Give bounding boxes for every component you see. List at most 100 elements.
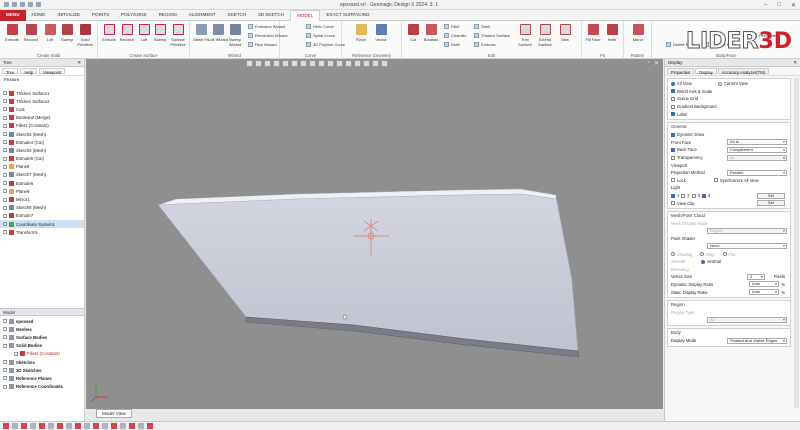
gradient-background-checkbox[interactable] xyxy=(671,104,675,109)
tab-region[interactable]: REGION xyxy=(153,10,183,21)
tree-item[interactable]: Plane8 xyxy=(0,163,84,171)
lock-checkbox[interactable] xyxy=(671,178,675,183)
edge-select-icon[interactable] xyxy=(66,423,72,429)
pipe-wizard-button[interactable]: Pipe Wizard xyxy=(248,42,277,47)
transparency-checkbox[interactable] xyxy=(671,155,675,160)
vertex-size-select[interactable]: 2 xyxy=(747,273,765,280)
model-tree-item[interactable]: Reference Planes xyxy=(0,374,84,382)
expand-icon[interactable] xyxy=(3,222,7,227)
projection-select[interactable]: Parallel xyxy=(727,169,787,176)
vector-select-icon[interactable] xyxy=(120,423,126,429)
tree-item[interactable]: Extrude5 (Cut) xyxy=(0,155,84,163)
static-ratio-select[interactable]: Auto xyxy=(749,289,779,296)
expand-icon[interactable] xyxy=(3,213,7,218)
model-tree-item[interactable]: Fillet1 (Constant) xyxy=(0,350,84,358)
expand-icon[interactable] xyxy=(3,99,7,104)
auto-segment-icon[interactable] xyxy=(21,423,27,429)
close-icon[interactable]: ✕ xyxy=(77,60,81,65)
tree-item[interactable]: Plane9 xyxy=(0,187,84,195)
analysis-icon[interactable] xyxy=(147,423,153,429)
clip-set-button[interactable]: Set xyxy=(757,200,785,207)
snap-icon[interactable] xyxy=(30,423,36,429)
fillet-button[interactable]: Fillet xyxy=(444,24,459,29)
expand-icon[interactable] xyxy=(3,156,7,161)
tree-item[interactable]: Extrude4 (Cut) xyxy=(0,138,84,146)
tree-item[interactable]: Cut1 xyxy=(0,105,84,113)
close-icon[interactable]: ✕ xyxy=(793,60,797,65)
spiral-curve-button[interactable]: Spiral Curve xyxy=(306,33,335,38)
expand-icon[interactable] xyxy=(3,172,7,177)
expand-icon[interactable] xyxy=(3,140,7,145)
sync-view-checkbox[interactable] xyxy=(713,178,718,183)
tab-initialize[interactable]: INITIALIZE xyxy=(51,10,86,21)
expand-icon[interactable] xyxy=(3,343,7,348)
light-set-button[interactable]: Set xyxy=(757,192,785,199)
tab-menu[interactable]: MENU xyxy=(0,10,26,21)
tab-polygons[interactable]: POLYGONS xyxy=(115,10,152,21)
expand-icon[interactable] xyxy=(3,327,7,332)
expand-icon[interactable] xyxy=(3,123,7,128)
shell-button[interactable]: Shell xyxy=(474,24,490,29)
expand-icon[interactable] xyxy=(3,181,7,186)
filter-icon[interactable] xyxy=(12,423,18,429)
tab-exact-surfacing[interactable]: EXACT SURFACING xyxy=(320,10,375,21)
expand-icon[interactable] xyxy=(3,91,7,96)
quick-access-toolbar[interactable] xyxy=(4,2,41,7)
tab-alignment[interactable]: ALIGNMENT xyxy=(183,10,222,21)
light-2-checkbox[interactable] xyxy=(681,193,686,198)
front-face-select[interactable]: As Is xyxy=(727,139,787,146)
tree-item[interactable]: Sketch7 (Mesh) xyxy=(0,171,84,179)
expand-icon[interactable] xyxy=(3,197,7,202)
tree-item[interactable]: Fillet1 (Constant) xyxy=(0,122,84,130)
dynamic-draw-checkbox[interactable] xyxy=(671,132,675,137)
expand-icon[interactable] xyxy=(3,132,7,137)
tab-accuracy-analyzer[interactable]: Accuracy Analyzer(TM) xyxy=(717,68,770,75)
refit-button[interactable]: Refit xyxy=(601,24,623,42)
all-view-radio[interactable] xyxy=(671,81,675,86)
region-type-select[interactable]: All xyxy=(707,317,787,324)
current-view-radio[interactable] xyxy=(717,81,722,86)
redo-icon[interactable] xyxy=(36,2,41,7)
sketch-select-icon[interactable] xyxy=(102,423,108,429)
tree-item[interactable]: Extrude7 xyxy=(0,212,84,220)
undo-icon[interactable] xyxy=(28,2,33,7)
helix-curve-button[interactable]: Helix Curve xyxy=(306,24,334,29)
polyline-curve-button[interactable]: 3D Polyline Curve xyxy=(306,42,345,47)
world-axis-checkbox[interactable] xyxy=(671,89,675,94)
trim-surface-button[interactable]: Trim Surface xyxy=(514,24,536,47)
model-tree-item[interactable]: Meshes xyxy=(0,325,84,333)
expand-icon[interactable] xyxy=(3,205,7,210)
tree-item[interactable]: Extrude6 xyxy=(0,179,84,187)
tree-item[interactable]: Thicken Surface1 xyxy=(0,89,84,97)
model-tree-item[interactable]: Solid Bodies xyxy=(0,342,84,350)
tab-properties[interactable]: Properties xyxy=(667,68,695,75)
tab-display[interactable]: Display xyxy=(695,68,717,75)
open-icon[interactable] xyxy=(12,2,17,7)
light-3-checkbox[interactable] xyxy=(691,193,696,198)
mesh-select-icon[interactable] xyxy=(84,423,90,429)
expand-icon[interactable] xyxy=(3,319,7,324)
expand-icon[interactable] xyxy=(3,376,7,381)
tab-model[interactable]: MODEL xyxy=(289,10,321,21)
light-4-checkbox[interactable] xyxy=(702,193,707,198)
model-tree-item[interactable]: Reference Coordinates xyxy=(0,383,84,391)
select-mode-icon[interactable] xyxy=(3,423,9,429)
mesh-display-select[interactable]: Region xyxy=(707,228,787,235)
label-checkbox[interactable] xyxy=(671,112,675,117)
tab-help[interactable]: Help xyxy=(20,68,38,75)
model-tree-item[interactable]: Surface Bodies xyxy=(0,333,84,341)
map-radio[interactable] xyxy=(700,252,705,257)
flat-radio[interactable] xyxy=(722,252,727,257)
tab-viewpoint[interactable]: Viewpoint xyxy=(39,68,66,75)
tree-item[interactable]: Sketch5 (Mesh) xyxy=(0,130,84,138)
3d-viewport[interactable]: ▫ ✕ Model View xyxy=(86,59,663,418)
expand-icon[interactable] xyxy=(3,189,7,194)
save-icon[interactable] xyxy=(20,2,25,7)
region-icon[interactable] xyxy=(39,423,45,429)
chamfer-button[interactable]: Chamfer xyxy=(444,33,466,38)
tab-3d-sketch[interactable]: 3D SKETCH xyxy=(252,10,290,21)
light-1-checkbox[interactable] xyxy=(671,193,675,198)
expand-icon[interactable] xyxy=(3,335,7,340)
expand-icon[interactable] xyxy=(3,384,7,389)
display-toggle-icon[interactable] xyxy=(138,423,144,429)
